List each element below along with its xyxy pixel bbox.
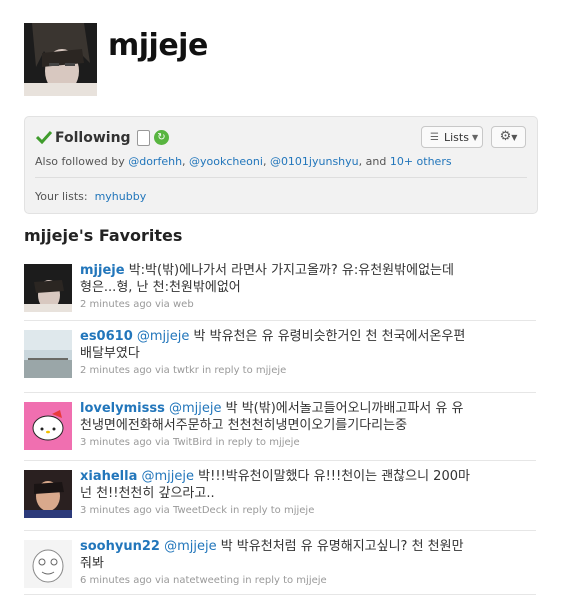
tweet-avatar[interactable]: [24, 402, 72, 450]
following-status[interactable]: Following: [55, 130, 131, 146]
also-and-text: , and: [358, 155, 387, 168]
tweet-body: xiahella @mjjeje 박!!!박유천이말했다 유!!!천이는 괜찮으…: [80, 468, 520, 518]
profile-avatar[interactable]: [24, 23, 97, 96]
chevron-down-icon: ▼: [472, 133, 479, 142]
via-text: via: [154, 437, 170, 448]
list-icon: ☰: [430, 132, 439, 143]
divider: [35, 177, 527, 178]
also-followed-prefix: Also followed by: [35, 155, 125, 168]
tweet-timestamp[interactable]: 2 minutes ago: [80, 299, 152, 310]
list-link[interactable]: myhubby: [95, 190, 147, 203]
device-updates-icon[interactable]: [137, 130, 150, 146]
check-icon: [35, 129, 53, 148]
tweet-timestamp[interactable]: 2 minutes ago: [80, 365, 152, 376]
tweet-item: es0610 @mjjeje 박 박유천은 유 유령비슷한거인 천 천국에서온우…: [24, 322, 536, 393]
tweet-item: soohyun22 @mjjeje 박 박유천처럼 유 유명해지고싶니? 천 천…: [24, 532, 536, 595]
tweet-text: 줘봐: [80, 556, 104, 571]
tweet-text: 넌 천!!천천히 갚으라고..: [80, 486, 215, 501]
tweet-mention[interactable]: @mjjeje: [137, 329, 190, 344]
tweet-meta: 6 minutes ago via natetweeting in reply …: [80, 574, 520, 588]
actions-gear-button[interactable]: ⚙▼: [491, 126, 526, 148]
lists-button[interactable]: ☰ Lists ▼: [421, 126, 483, 148]
tweet-body: es0610 @mjjeje 박 박유천은 유 유령비슷한거인 천 천국에서온우…: [80, 328, 520, 378]
tweet-source: web: [173, 299, 194, 310]
via-text: via: [154, 575, 170, 586]
also-followed-by: Also followed by @dorfehh, @yookcheoni, …: [35, 155, 452, 168]
tweet-text: 박!!!박유천이말했다 유!!!천이는 괜찮으니 200마: [198, 469, 470, 484]
tweet-source: TweetDeck: [173, 505, 227, 516]
in-reply-to-link[interactable]: in reply to mjjeje: [202, 365, 286, 376]
via-text: via: [154, 365, 170, 376]
chevron-down-icon: ▼: [511, 133, 518, 142]
follower-link[interactable]: @yookcheoni: [189, 155, 263, 168]
tweet-mention[interactable]: @mjjeje: [164, 539, 217, 554]
more-followers-link[interactable]: 10+ others: [390, 155, 452, 168]
retweet-icon[interactable]: ↻: [154, 130, 169, 145]
tweet-author[interactable]: es0610: [80, 329, 133, 344]
tweet-source: TwitBird: [173, 437, 213, 448]
tweet-timestamp[interactable]: 3 minutes ago: [80, 505, 152, 516]
tweet-text: 배달부였다: [80, 346, 140, 361]
tweet-source: natetweeting: [173, 575, 240, 586]
tweet-body: mjjeje 박:박(밖)에나가서 라면사 가지고올까? 유:유천원밖에없는데 …: [80, 262, 520, 312]
tweet-body: soohyun22 @mjjeje 박 박유천처럼 유 유명해지고싶니? 천 천…: [80, 538, 520, 588]
tweet-meta: 3 minutes ago via TweetDeck in reply to …: [80, 504, 520, 518]
tweet-meta: 2 minutes ago via web: [80, 298, 520, 312]
lists-button-label: Lists: [444, 131, 469, 144]
tweet-text: 천냉면에전화해서주문하고 천천천히냉면이오기를기다리는중: [80, 418, 408, 433]
tweet-text: 형은...형, 난 천:천원밖에없어: [80, 280, 241, 295]
follower-link[interactable]: @dorfehh: [128, 155, 182, 168]
tweet-avatar[interactable]: [24, 540, 72, 588]
tweet-text: 박:박(밖)에나가서 라면사 가지고올까? 유:유천원밖에없는데: [128, 263, 454, 278]
tweet-item: lovelymisss @mjjeje 박 박(밖)에서놀고들어오니까배고파서 …: [24, 394, 536, 461]
tweet-author[interactable]: mjjeje: [80, 263, 125, 278]
following-panel: Following ↻ ☰ Lists ▼ ⚙▼ Also followed b…: [24, 116, 538, 214]
in-reply-to-link[interactable]: in reply to mjjeje: [243, 575, 327, 586]
tweet-avatar[interactable]: [24, 330, 72, 378]
tweet-avatar[interactable]: [24, 470, 72, 518]
tweet-timestamp[interactable]: 3 minutes ago: [80, 437, 152, 448]
tweet-timestamp[interactable]: 6 minutes ago: [80, 575, 152, 586]
tweet-mention[interactable]: @mjjeje: [169, 401, 222, 416]
tweet-meta: 2 minutes ago via twtkr in reply to mjje…: [80, 364, 520, 378]
in-reply-to-link[interactable]: in reply to mjjeje: [230, 505, 314, 516]
tweet-mention[interactable]: @mjjeje: [142, 469, 195, 484]
tweet-avatar[interactable]: [24, 264, 72, 312]
your-lists-label: Your lists:: [35, 190, 88, 203]
tweet-meta: 3 minutes ago via TwitBird in reply to m…: [80, 436, 520, 450]
tweet-item: xiahella @mjjeje 박!!!박유천이말했다 유!!!천이는 괜찮으…: [24, 462, 536, 531]
tweet-body: lovelymisss @mjjeje 박 박(밖)에서놀고들어오니까배고파서 …: [80, 400, 520, 450]
tweet-author[interactable]: soohyun22: [80, 539, 160, 554]
tweet-author[interactable]: xiahella: [80, 469, 137, 484]
tweet-author[interactable]: lovelymisss: [80, 401, 165, 416]
favorites-heading: mjjeje's Favorites: [24, 226, 183, 245]
tweet-text: 박 박(밖)에서놀고들어오니까배고파서 유 유: [225, 401, 464, 416]
follower-link[interactable]: @0101jyunshyu: [270, 155, 359, 168]
tweet-text: 박 박유천은 유 유령비슷한거인 천 천국에서온우편: [193, 329, 466, 344]
gear-icon: ⚙: [499, 129, 512, 144]
tweet-text: 박 박유천처럼 유 유명해지고싶니? 천 천원만: [220, 539, 464, 554]
tweet-item: mjjeje 박:박(밖)에나가서 라면사 가지고올까? 유:유천원밖에없는데 …: [24, 256, 536, 321]
tweet-source: twtkr: [173, 365, 199, 376]
via-text: via: [154, 505, 170, 516]
via-text: via: [154, 299, 170, 310]
profile-screen-name: mjjeje: [108, 28, 208, 63]
your-lists: Your lists: myhubby: [35, 190, 146, 203]
in-reply-to-link[interactable]: in reply to mjjeje: [215, 437, 299, 448]
